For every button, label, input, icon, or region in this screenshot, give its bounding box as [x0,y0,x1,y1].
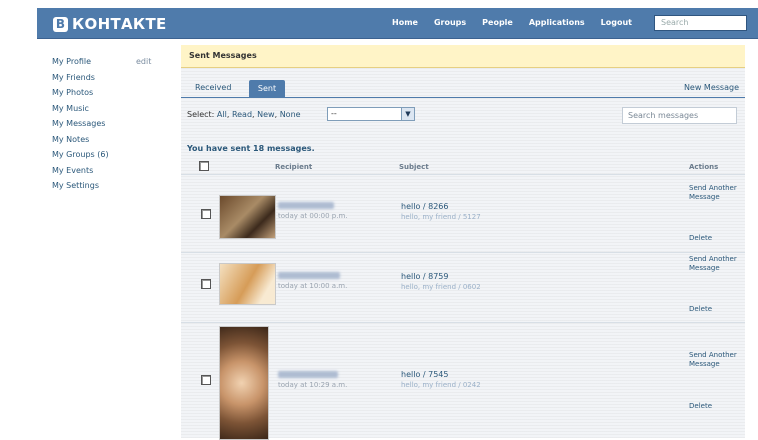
chevron-down-icon[interactable]: ▼ [401,108,414,120]
select-all-link[interactable]: All [217,110,227,119]
select-new-link[interactable]: New [257,110,274,119]
sidebar-item-friends[interactable]: My Friends [52,73,162,89]
row-checkbox[interactable] [201,375,211,385]
select-filter-label: Select: All, Read, New, None [187,110,301,119]
tab-sent[interactable]: Sent [249,80,285,97]
row-checkbox[interactable] [201,279,211,289]
table-row: today at 10:00 a.m. hello / 8759 hello, … [181,253,745,323]
subject-header: Subject [399,163,429,171]
message-preview[interactable]: hello, my friend / 0242 [401,381,481,389]
sidebar: My Profile edit My Friends My Photos My … [52,57,162,197]
message-time: today at 10:29 a.m. [278,381,348,389]
recipient-avatar[interactable] [219,326,269,440]
actions-header: Actions [689,163,719,171]
send-another-button[interactable]: Send Another Message [689,184,737,202]
message-subject[interactable]: hello / 7545 [401,370,448,379]
select-prefix: Select: [187,110,215,119]
logo-text: КОНТАКТЕ [72,15,167,33]
header-search-input[interactable]: Search [654,15,747,31]
message-preview[interactable]: hello, my friend / 5127 [401,213,481,221]
recipient-avatar[interactable] [219,195,276,239]
nav-people[interactable]: People [482,18,513,27]
nav-groups[interactable]: Groups [434,18,466,27]
sidebar-item-photos[interactable]: My Photos [52,88,162,104]
search-messages-input[interactable]: Search messages [622,107,737,124]
edit-profile-link[interactable]: edit [136,57,151,66]
sidebar-item-label[interactable]: My Profile [52,57,91,66]
top-nav: Home Groups People Applications Logout [376,18,632,27]
sent-count-text: You have sent 18 messages. [187,144,315,153]
tab-divider [181,97,745,98]
logo-badge: B [53,16,68,32]
nav-logout[interactable]: Logout [601,18,632,27]
vkontakte-logo[interactable]: B КОНТАКТЕ [53,15,167,33]
select-all-checkbox[interactable] [199,161,209,171]
send-another-button[interactable]: Send Another Message [689,351,737,369]
sidebar-item-settings[interactable]: My Settings [52,181,162,197]
recipient-name[interactable] [278,371,338,378]
nav-applications[interactable]: Applications [529,18,585,27]
message-subject[interactable]: hello / 8266 [401,202,448,211]
sidebar-item-notes[interactable]: My Notes [52,135,162,151]
table-row: today at 00:00 p.m. hello / 8266 hello, … [181,175,745,253]
message-time: today at 10:00 a.m. [278,282,348,290]
sidebar-item-events[interactable]: My Events [52,166,162,182]
delete-button[interactable]: Delete [689,402,712,411]
tab-received[interactable]: Received [195,83,231,98]
top-header: B КОНТАКТЕ Home Groups People Applicatio… [37,8,758,39]
new-message-link[interactable]: New Message [684,83,739,92]
message-time: today at 00:00 p.m. [278,212,348,220]
delete-button[interactable]: Delete [689,305,712,314]
nav-home[interactable]: Home [392,18,418,27]
action-dropdown[interactable]: -- ▼ [327,107,415,121]
send-another-button[interactable]: Send Another Message [689,255,737,273]
sidebar-item-music[interactable]: My Music [52,104,162,120]
sidebar-item-groups[interactable]: My Groups (6) [52,150,162,166]
select-none-link[interactable]: None [280,110,301,119]
messages-panel: Sent Messages Received Sent New Message … [181,45,745,440]
message-preview[interactable]: hello, my friend / 0602 [401,283,481,291]
delete-button[interactable]: Delete [689,234,712,243]
row-checkbox[interactable] [201,209,211,219]
page-title: Sent Messages [189,51,257,60]
sidebar-item-messages[interactable]: My Messages [52,119,162,135]
message-subject[interactable]: hello / 8759 [401,272,448,281]
recipient-name[interactable] [278,202,334,209]
table-header: Recipient Subject Actions [181,158,745,175]
recipient-name[interactable] [278,272,340,279]
select-read-link[interactable]: Read [232,110,252,119]
sidebar-item-profile[interactable]: My Profile edit [52,57,162,73]
recipient-avatar[interactable] [219,263,276,305]
recipient-header: Recipient [275,163,313,171]
dropdown-value: -- [331,109,337,118]
page-title-bar: Sent Messages [181,45,745,68]
table-row: today at 10:29 a.m. hello / 7545 hello, … [181,323,745,440]
